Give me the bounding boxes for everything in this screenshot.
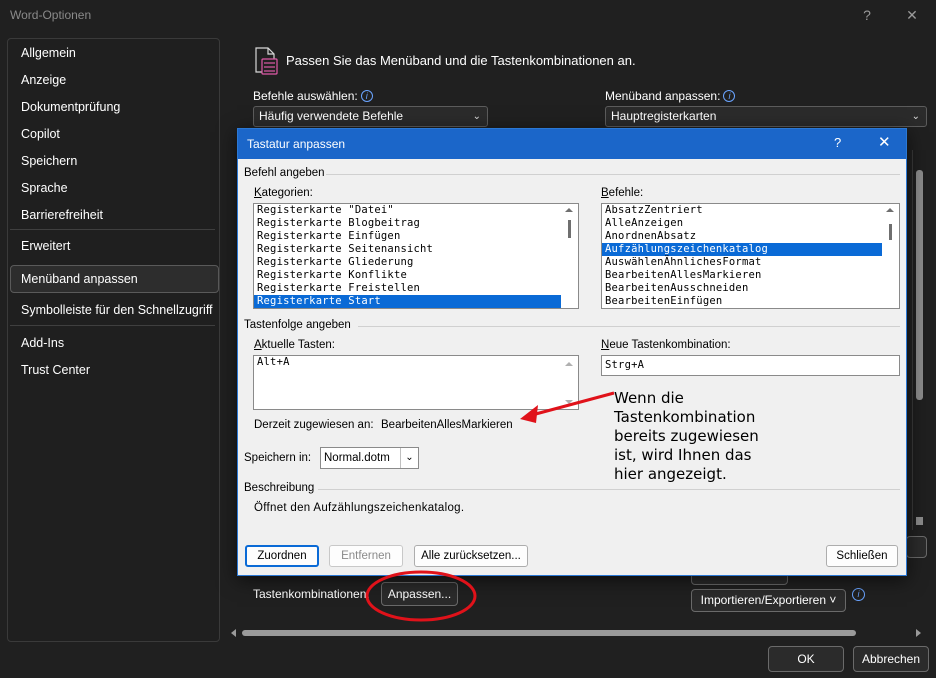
annotation-arrow-line	[531, 391, 615, 417]
annotation-line: Wenn die	[614, 389, 684, 407]
annotation-line: Tastenkombination	[614, 408, 756, 426]
annotation-line: ist, wird Ihnen das	[614, 446, 752, 464]
annotation-circle	[365, 570, 477, 622]
annotation-note: Wenn die Tastenkombination bereits zugew…	[614, 389, 774, 484]
annotation-arrow-head	[520, 405, 538, 423]
annotation-line: bereits zugewiesen	[614, 427, 759, 445]
annotation-overlay	[365, 391, 615, 622]
annotation-line: hier angezeigt.	[614, 465, 727, 483]
